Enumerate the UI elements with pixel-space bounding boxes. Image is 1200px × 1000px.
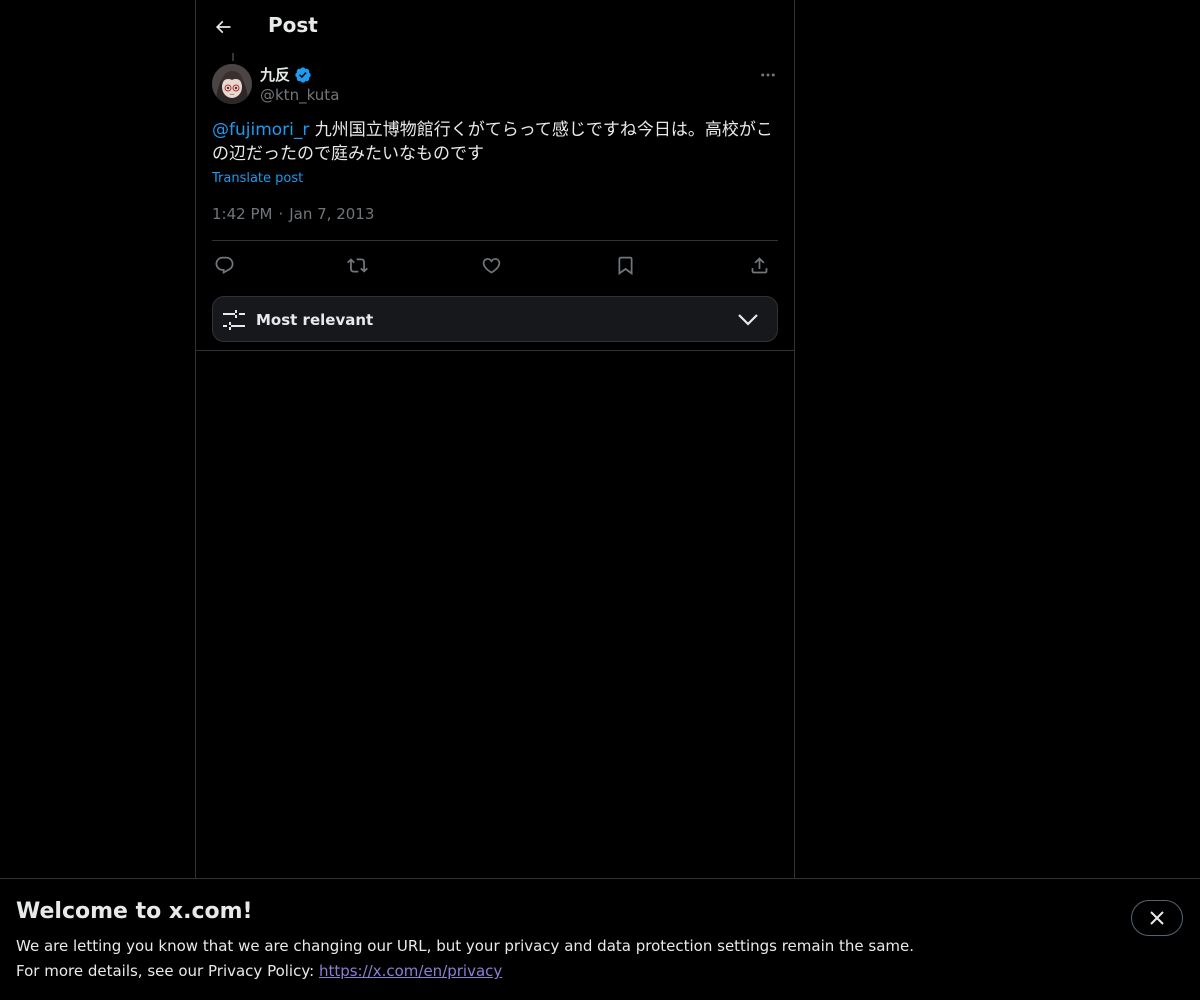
mention-link[interactable]: @fujimori_r	[212, 120, 309, 140]
banner-close-button[interactable]	[1131, 900, 1183, 936]
reply-icon	[215, 256, 233, 274]
like-button[interactable]	[474, 248, 508, 282]
arrow-left-icon	[215, 20, 231, 34]
reply-sort-dropdown[interactable]: Most relevant	[212, 296, 778, 342]
section-divider	[196, 350, 794, 351]
avatar-image	[212, 64, 252, 104]
back-button[interactable]	[206, 10, 240, 44]
verified-badge-icon	[295, 66, 311, 83]
timestamp-separator: ·	[278, 205, 284, 223]
divider	[212, 240, 778, 241]
banner-message: We are letting you know that we are chan…	[16, 937, 915, 955]
share-icon	[751, 256, 767, 273]
banner-title: Welcome to x.com!	[16, 899, 253, 924]
sliders-icon	[223, 310, 245, 330]
repost-button[interactable]	[340, 248, 374, 282]
more-horizontal-icon	[761, 73, 775, 77]
banner-details: For more details, see our Privacy Policy…	[16, 962, 502, 980]
avatar[interactable]	[212, 64, 252, 104]
share-button[interactable]	[742, 248, 776, 282]
bookmark-icon	[618, 256, 632, 275]
main-column: Post 九反 @ktn_kuta @fujimori_r 九州国立博物館行くが…	[195, 0, 795, 878]
thread-connector	[232, 53, 234, 61]
author-name-row: 九反	[260, 64, 312, 85]
more-options-button[interactable]	[752, 62, 784, 88]
translate-post-link[interactable]: Translate post	[212, 171, 303, 186]
author-handle[interactable]: @ktn_kuta	[260, 86, 339, 104]
sort-label: Most relevant	[256, 311, 374, 329]
post-timestamp: 1:42 PM · Jan 7, 2013	[212, 205, 374, 223]
banner-details-text: For more details, see our Privacy Policy…	[16, 962, 319, 980]
close-icon	[1150, 911, 1164, 925]
post-date[interactable]: Jan 7, 2013	[289, 205, 374, 223]
privacy-policy-link[interactable]: https://x.com/en/privacy	[319, 962, 502, 980]
post-actions	[212, 248, 778, 282]
chevron-down-icon	[738, 314, 758, 326]
bookmark-button[interactable]	[608, 248, 642, 282]
like-icon	[482, 257, 500, 274]
post-text: @fujimori_r 九州国立博物館行くがてらって感じですね今日は。高校がこの…	[212, 118, 780, 166]
author-display-name[interactable]: 九反	[260, 64, 290, 85]
repost-icon	[346, 257, 368, 273]
reply-button[interactable]	[207, 248, 241, 282]
post-time[interactable]: 1:42 PM	[212, 205, 272, 223]
page-header: Post	[196, 0, 794, 53]
page-title: Post	[268, 13, 318, 37]
url-change-banner: Welcome to x.com! We are letting you kno…	[0, 878, 1200, 1000]
